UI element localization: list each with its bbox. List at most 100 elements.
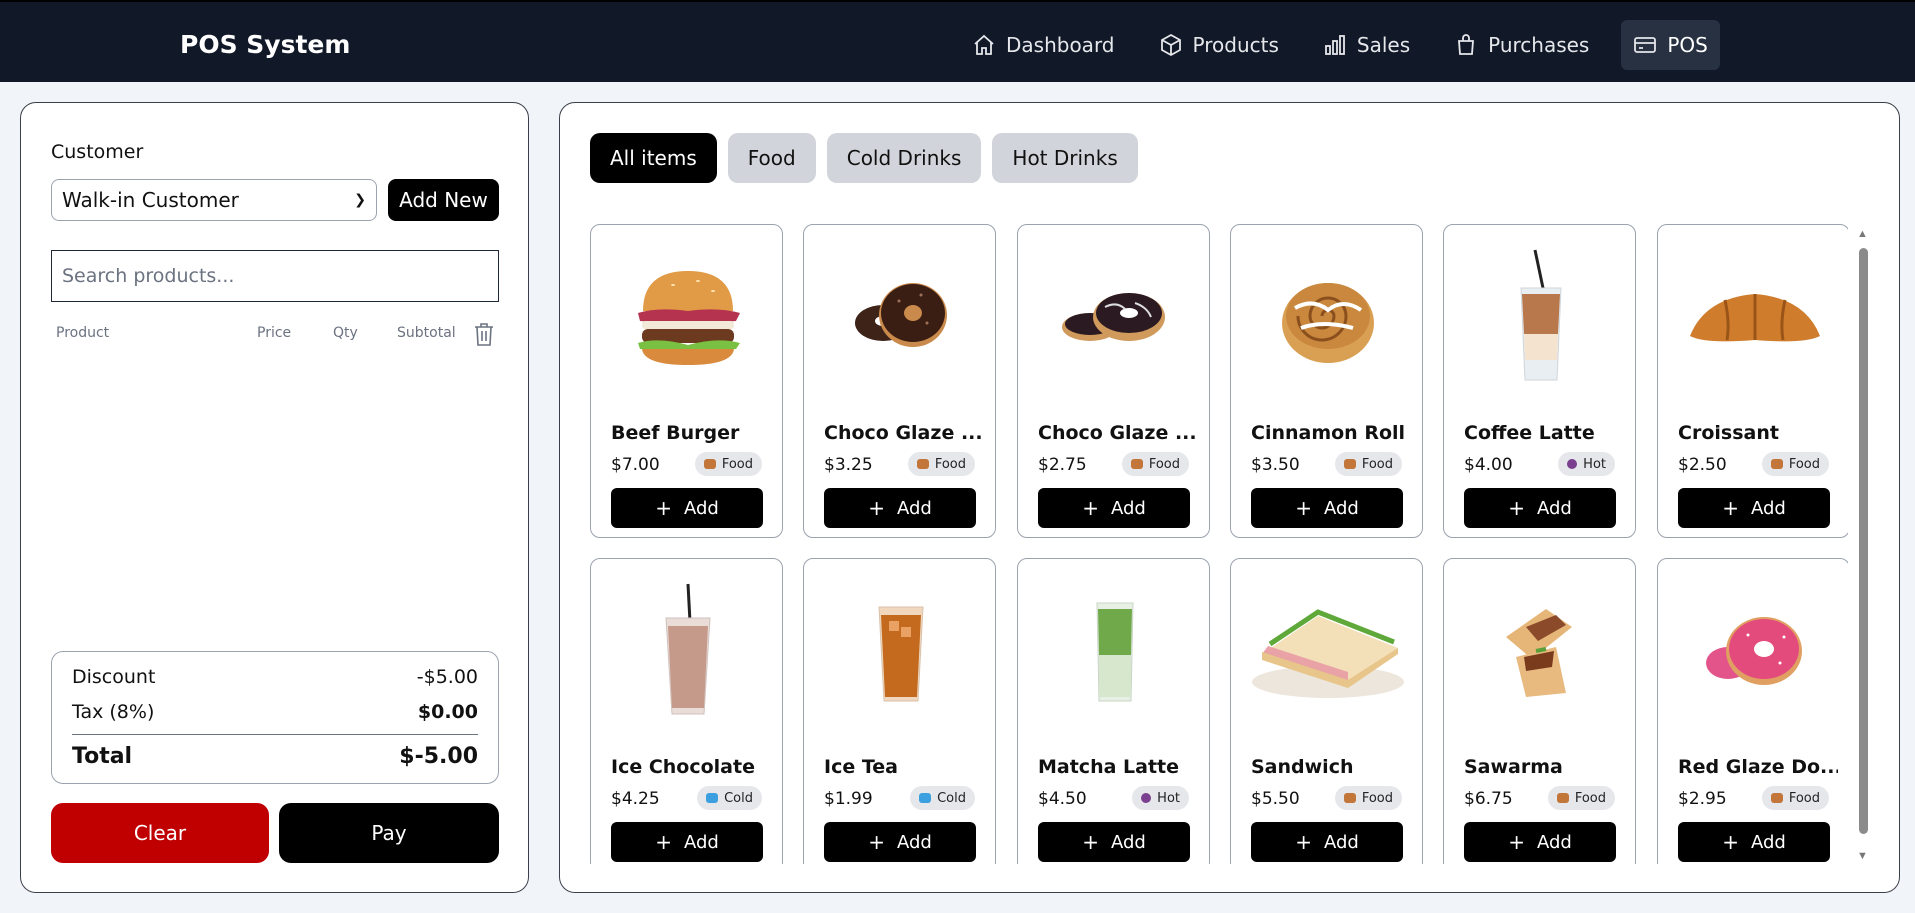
product-grid: Beef Burger $7.00 Food + Add Choco Glaze … [590, 224, 1848, 864]
add-label: Add [896, 497, 932, 519]
product-card[interactable]: Ice Tea $1.99 Cold + Add [803, 558, 996, 864]
food-icon [1770, 459, 1783, 469]
food-icon [1343, 459, 1356, 469]
category-badge: Cold [910, 786, 975, 810]
add-to-cart-button[interactable]: + Add [824, 822, 976, 862]
category-badge: Food [1334, 452, 1402, 476]
nav-sales[interactable]: Sales [1311, 20, 1422, 70]
add-label: Add [683, 497, 719, 519]
badge-label: Food [1361, 456, 1393, 472]
add-to-cart-button[interactable]: + Add [1038, 822, 1190, 862]
product-card[interactable]: Matcha Latte $4.50 Hot + Add [1017, 558, 1210, 864]
product-image-iced-latte [1444, 243, 1635, 393]
category-badge: Food [1761, 452, 1829, 476]
product-name: Croissant [1678, 422, 1779, 444]
scroll-down-arrow-icon[interactable]: ▼ [1857, 850, 1868, 862]
add-to-cart-button[interactable]: + Add [1678, 488, 1830, 528]
add-to-cart-button[interactable]: + Add [1251, 488, 1403, 528]
nav-dashboard[interactable]: Dashboard [960, 20, 1127, 70]
product-card[interactable]: Choco Glaze ... $2.75 Food + Add [1017, 224, 1210, 538]
add-to-cart-button[interactable]: + Add [1038, 488, 1190, 528]
add-new-customer-button[interactable]: Add New [388, 179, 499, 221]
badge-label: Hot [1157, 790, 1180, 806]
customer-select[interactable]: Walk-in Customer ❯ [51, 179, 377, 221]
product-price: $4.50 [1038, 789, 1087, 809]
product-card[interactable]: Sawarma $6.75 Food + Add [1443, 558, 1636, 864]
tab-food[interactable]: Food [727, 133, 816, 183]
add-to-cart-button[interactable]: + Add [1251, 822, 1403, 862]
product-name: Choco Glaze ... [1038, 422, 1197, 444]
clear-button[interactable]: Clear [51, 803, 269, 863]
product-price: $2.95 [1678, 789, 1727, 809]
product-card[interactable]: Coffee Latte $4.00 Hot + Add [1443, 224, 1636, 538]
product-price: $1.99 [824, 789, 873, 809]
product-image-choco-donuts [804, 243, 995, 393]
badge-label: Food [1148, 456, 1180, 472]
total-value: $-5.00 [399, 744, 478, 769]
add-label: Add [1536, 497, 1572, 519]
product-card[interactable]: Beef Burger $7.00 Food + Add [590, 224, 783, 538]
product-card[interactable]: Sandwich $5.50 Food + Add [1230, 558, 1423, 864]
tab-all-items[interactable]: All items [590, 133, 717, 183]
product-card[interactable]: Ice Chocolate $4.25 Cold + Add [590, 558, 783, 864]
plus-icon: + [655, 496, 672, 520]
add-to-cart-button[interactable]: + Add [611, 822, 763, 862]
product-image-croissant [1658, 243, 1848, 393]
tab-cold-drinks[interactable]: Cold Drinks [826, 133, 982, 183]
product-card[interactable]: Cinnamon Roll $3.50 Food + Add [1230, 224, 1423, 538]
credit-card-icon [1634, 37, 1657, 53]
nav-pos-label: POS [1667, 33, 1708, 57]
trash-icon[interactable] [473, 321, 495, 347]
food-icon [1343, 793, 1356, 803]
product-name: Beef Burger [611, 422, 740, 444]
products-panel: All items Food Cold Drinks Hot Drinks Be… [559, 102, 1900, 893]
top-navbar: POS System Dashboard Products Sales Purc… [0, 0, 1915, 82]
product-image-sandwich [1231, 577, 1422, 727]
nav-products[interactable]: Products [1147, 20, 1291, 70]
plus-icon: + [655, 830, 672, 854]
badge-label: Food [934, 456, 966, 472]
discount-label: Discount [72, 666, 156, 688]
product-card[interactable]: Croissant $2.50 Food + Add [1657, 224, 1848, 538]
badge-label: Cold [937, 790, 966, 806]
nav-dashboard-label: Dashboard [1006, 33, 1115, 57]
add-to-cart-button[interactable]: + Add [611, 488, 763, 528]
category-badge: Food [1334, 786, 1402, 810]
summary-divider [72, 734, 478, 735]
cart-header-qty: Qty [333, 325, 358, 341]
tab-hot-drinks[interactable]: Hot Drinks [992, 133, 1138, 183]
category-badge: Food [1761, 786, 1829, 810]
add-to-cart-button[interactable]: + Add [1464, 822, 1616, 862]
plus-icon: + [868, 830, 885, 854]
product-image-red-donut [1658, 577, 1848, 727]
pay-button[interactable]: Pay [279, 803, 499, 863]
add-to-cart-button[interactable]: + Add [824, 488, 976, 528]
search-input[interactable]: Search products... [51, 250, 499, 302]
add-to-cart-button[interactable]: + Add [1464, 488, 1616, 528]
product-price: $5.50 [1251, 789, 1300, 809]
total-label: Total [72, 744, 133, 769]
add-label: Add [1323, 497, 1359, 519]
nav-pos[interactable]: POS [1621, 20, 1720, 70]
plus-icon: + [1722, 830, 1739, 854]
product-name: Cinnamon Roll [1251, 422, 1406, 444]
plus-icon: + [1082, 496, 1099, 520]
product-card[interactable]: Red Glaze Do... $2.95 Food + Add [1657, 558, 1848, 864]
product-card[interactable]: Choco Glaze ... $3.25 Food + Add [803, 224, 996, 538]
plus-icon: + [1295, 830, 1312, 854]
product-image-ice-tea [804, 577, 995, 727]
cart-header-price: Price [257, 325, 292, 341]
add-label: Add [683, 831, 719, 853]
product-price: $3.50 [1251, 455, 1300, 475]
product-name: Matcha Latte [1038, 756, 1180, 778]
product-name: Red Glaze Do... [1678, 756, 1838, 778]
add-to-cart-button[interactable]: + Add [1678, 822, 1830, 862]
product-price: $7.00 [611, 455, 660, 475]
product-grid-scrollbar[interactable]: ▲ ▼ [1856, 228, 1870, 864]
tax-value: $0.00 [417, 701, 478, 723]
nav-purchases[interactable]: Purchases [1442, 20, 1601, 70]
scrollbar-thumb[interactable] [1859, 248, 1868, 834]
scroll-up-arrow-icon[interactable]: ▲ [1857, 228, 1868, 240]
product-name: Ice Chocolate [611, 756, 755, 778]
badge-label: Food [1361, 790, 1393, 806]
